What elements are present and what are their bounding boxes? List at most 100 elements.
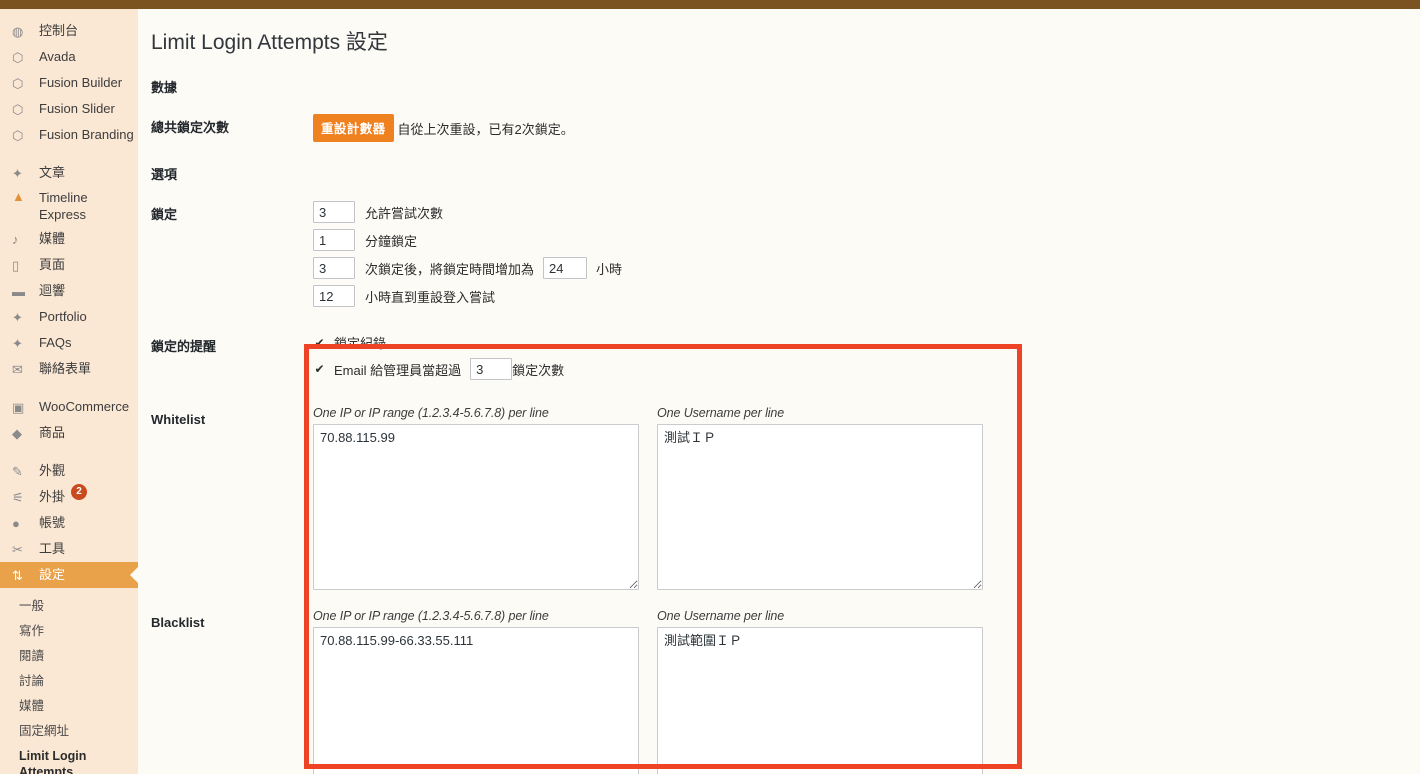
lockout-fields: 允許嘗試次數 分鐘鎖定 次鎖定後，將鎖定時間增加為 小時 小時直到重設登入嘗試 (313, 201, 1420, 313)
plug-icon (12, 484, 32, 510)
sidebar-item-tools[interactable]: 工具 (0, 536, 138, 562)
lockout-minutes-input[interactable] (313, 229, 355, 251)
sidebar-item-pages[interactable]: 頁面 (0, 252, 138, 278)
pin-icon (12, 160, 32, 186)
reset-counter-button[interactable]: 重設計數器 (313, 114, 394, 142)
sidebar-item-avada[interactable]: Avada (0, 44, 138, 70)
sidebar-item-plugins[interactable]: 外掛 2 (0, 484, 138, 510)
settings-submenu[interactable]: 一般 寫作 閱讀 討論 媒體 固定網址 Limit Login Attempts (0, 588, 138, 774)
whitelist-row: Whitelist One IP or IP range (1.2.3.4-5.… (151, 398, 1420, 590)
lockout-extend-line: 次鎖定後，將鎖定時間增加為 小時 (313, 257, 1420, 279)
total-lockouts-label: 總共鎖定次數 (151, 120, 230, 135)
notify-fields: ✔ 鎖定紀錄 ✔ Email 給管理員當超過 鎖定次數 (313, 333, 1420, 386)
sidebar-item-contact-form[interactable]: 聯絡表單 (0, 356, 138, 382)
sidebar-item-portfolio[interactable]: Portfolio (0, 304, 138, 330)
blacklist-ip-column: One IP or IP range (1.2.3.4-5.6.7.8) per… (313, 609, 639, 774)
sidebar-item-label: WooCommerce (39, 399, 130, 414)
submenu-item-discussion[interactable]: 討論 (0, 669, 138, 694)
woocommerce-icon (12, 394, 32, 420)
user-icon (12, 510, 32, 536)
allowed-retries-line: 允許嘗試次數 (313, 201, 1420, 223)
blacklist-username-textarea[interactable]: 測試範圍ＩＰ (657, 627, 983, 774)
reset-hours-input[interactable] (313, 285, 355, 307)
sidebar-item-posts[interactable]: 文章 (0, 160, 138, 186)
sidebar-item-timeline-express[interactable]: Timeline Express (0, 186, 138, 226)
submenu-item-writing[interactable]: 寫作 (0, 619, 138, 644)
log-lockout-label: 鎖定紀錄 (334, 336, 387, 351)
page-icon (12, 252, 32, 278)
pin-icon (12, 304, 32, 330)
email-admin-checkbox[interactable]: ✔ (313, 362, 326, 376)
notify-label: 鎖定的提醒 (151, 339, 217, 354)
sidebar-item-appearance[interactable]: 外觀 (0, 458, 138, 484)
box-icon (12, 420, 32, 446)
submenu-item-general[interactable]: 一般 (0, 594, 138, 619)
mail-icon (12, 356, 32, 382)
sidebar-item-fusion-slider[interactable]: Fusion Slider (0, 96, 138, 122)
blacklist-ip-hint: One IP or IP range (1.2.3.4-5.6.7.8) per… (313, 609, 549, 623)
whitelist-label: Whitelist (151, 412, 206, 427)
sidebar-item-fusion-builder[interactable]: Fusion Builder (0, 70, 138, 96)
pin-icon (12, 330, 32, 356)
sidebar-item-label: 迴響 (39, 283, 66, 298)
whitelist-ip-textarea[interactable]: 70.88.115.99 (313, 424, 639, 590)
allowed-retries-input[interactable] (313, 201, 355, 223)
sidebar-item-dashboard[interactable]: 控制台 (0, 18, 138, 44)
sidebar-item-label: 工具 (39, 541, 66, 556)
admin-sidebar[interactable]: 控制台 Avada Fusion Builder Fusion Slider F… (0, 9, 138, 774)
whitelist-columns: One IP or IP range (1.2.3.4-5.6.7.8) per… (313, 398, 983, 590)
blacklist-username-column: One Username per line 測試範圍ＩＰ (657, 609, 983, 774)
sidebar-item-comments[interactable]: 迴響 (0, 278, 138, 304)
sidebar-item-settings[interactable]: 設定 (0, 562, 138, 588)
sidebar-separator (0, 382, 138, 394)
brush-icon (12, 458, 32, 484)
blacklist-label: Blacklist (151, 615, 205, 630)
sidebar-item-users[interactable]: 帳號 (0, 510, 138, 536)
sidebar-item-faqs[interactable]: FAQs (0, 330, 138, 356)
allowed-retries-label: 允許嘗試次數 (365, 205, 444, 221)
email-admin-label-after: 鎖定次數 (512, 362, 565, 378)
lockouts-count-input[interactable] (313, 257, 355, 279)
lists-area: Whitelist One IP or IP range (1.2.3.4-5.… (151, 398, 1420, 774)
whitelist-username-hint: One Username per line (657, 406, 785, 420)
sidebar-separator (0, 148, 138, 160)
sidebar-item-fusion-branding[interactable]: Fusion Branding (0, 122, 138, 148)
whitelist-username-column: One Username per line 測試ＩＰ (657, 406, 983, 590)
lockout-minutes-label: 分鐘鎖定 (365, 233, 418, 249)
sidebar-item-label: 外觀 (39, 463, 66, 478)
log-lockout-checkbox[interactable]: ✔ (313, 336, 326, 350)
sidebar-item-media[interactable]: 媒體 (0, 226, 138, 252)
lockout-label: 鎖定 (151, 207, 178, 222)
sidebar-item-label: Timeline Express (39, 190, 88, 222)
blacklist-username-hint: One Username per line (657, 609, 785, 623)
tool-icon (12, 536, 32, 562)
sidebar-item-woocommerce[interactable]: WooCommerce (0, 394, 138, 420)
sidebar-item-label: 頁面 (39, 257, 66, 272)
media-icon (12, 226, 32, 252)
log-lockout-line: ✔ 鎖定紀錄 (313, 333, 1420, 352)
hexagon-icon (12, 70, 32, 96)
submenu-item-permalinks[interactable]: 固定網址 (0, 719, 138, 744)
lockout-extend-hours-input[interactable] (543, 257, 588, 279)
submenu-item-limit-login-attempts[interactable]: Limit Login Attempts (0, 744, 138, 774)
sidebar-item-label: Fusion Slider (39, 101, 115, 116)
blacklist-columns: One IP or IP range (1.2.3.4-5.6.7.8) per… (313, 601, 983, 774)
hexagon-icon (12, 122, 32, 148)
lockout-minutes-line: 分鐘鎖定 (313, 229, 1420, 251)
submenu-item-media[interactable]: 媒體 (0, 694, 138, 719)
sidebar-item-label: 設定 (39, 567, 66, 582)
lockout-extend-hours-unit: 小時 (596, 261, 623, 277)
sidebar-item-label: FAQs (39, 335, 72, 350)
sidebar-item-label: 控制台 (39, 23, 79, 38)
whitelist-username-textarea[interactable]: 測試ＩＰ (657, 424, 983, 590)
notify-row: 鎖定的提醒 ✔ 鎖定紀錄 ✔ Email 給管理員當超過 鎖定次數 (151, 333, 1420, 386)
sidebar-item-label: Fusion Branding (39, 127, 134, 142)
reset-hours-label: 小時直到重設登入嘗試 (365, 289, 496, 305)
sidebar-item-label: 帳號 (39, 515, 66, 530)
total-lockouts-row: 總共鎖定次數 重設計數器 自從上次重設，已有2次鎖定。 (151, 114, 1420, 142)
email-threshold-input[interactable] (470, 358, 513, 380)
sidebar-item-products[interactable]: 商品 (0, 420, 138, 446)
blacklist-ip-textarea[interactable]: 70.88.115.99-66.33.55.111 (313, 627, 639, 774)
submenu-item-reading[interactable]: 閱讀 (0, 644, 138, 669)
sidebar-item-label: 文章 (39, 165, 66, 180)
